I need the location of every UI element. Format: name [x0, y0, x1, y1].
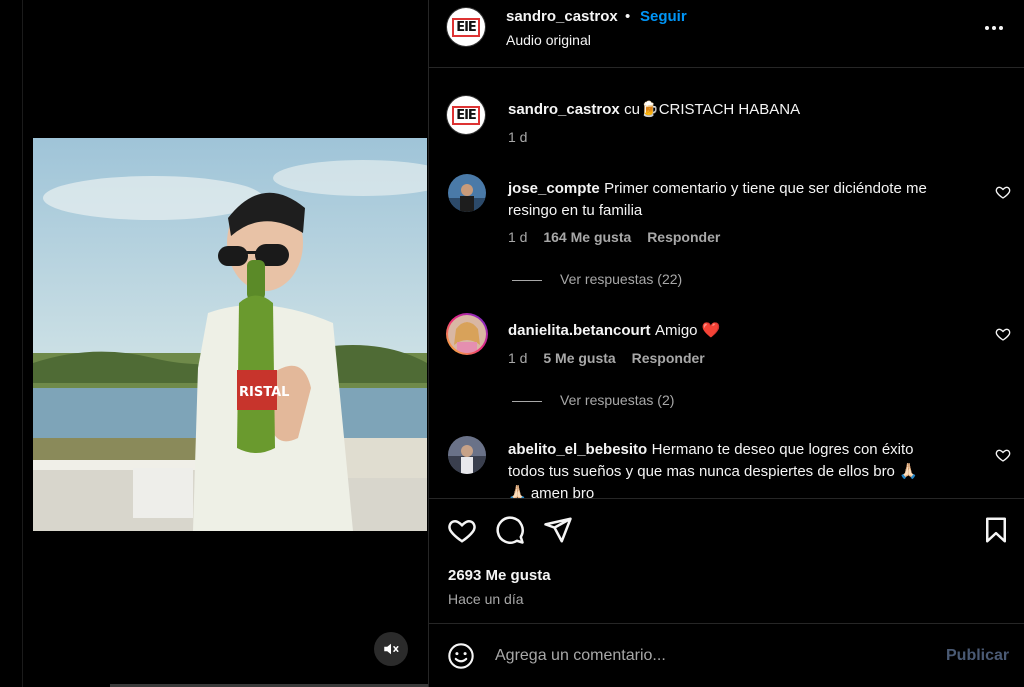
comment-like-heart-icon[interactable]: [995, 326, 1011, 342]
comment-time[interactable]: 1 d: [508, 229, 527, 245]
avatar-photo: [448, 436, 486, 474]
commenter-username[interactable]: jose_compte: [508, 180, 600, 197]
post-actions: 2693 Me gusta Hace un día: [429, 498, 1024, 623]
svg-text:RISTAL: RISTAL: [239, 385, 289, 400]
reel-video[interactable]: RISTAL: [33, 138, 427, 531]
comment-text: Primer comentario y tiene que ser dicién…: [604, 180, 927, 197]
comment-time[interactable]: 1 d: [508, 350, 527, 366]
commenter-username[interactable]: abelito_el_bebesito: [508, 441, 647, 458]
commenter-username[interactable]: danielita.betancourt: [508, 322, 651, 339]
replies-line: [512, 279, 542, 281]
comment-like-heart-icon[interactable]: [995, 447, 1011, 463]
mute-button[interactable]: [374, 632, 408, 666]
author-avatar[interactable]: EIE: [447, 8, 485, 46]
caption-avatar[interactable]: EIE: [447, 96, 485, 134]
logo-mark: EIE: [452, 17, 480, 37]
emoji-smiley-icon[interactable]: [447, 642, 475, 670]
view-replies-label: Ver respuestas (2): [560, 392, 675, 408]
avatar-photo: [448, 174, 486, 212]
follow-button[interactable]: Seguir: [640, 8, 687, 25]
comment-text-continued: resingo en tu familia: [508, 202, 643, 219]
more-horizontal-icon: [985, 26, 1003, 30]
post-panel: EIE sandro_castrox • Seguir Audio origin…: [428, 0, 1024, 687]
avatar-photo: [448, 315, 486, 353]
view-replies-button[interactable]: Ver respuestas (22): [512, 271, 682, 287]
caption-time[interactable]: 1 d: [508, 129, 527, 145]
bookmark-icon[interactable]: [981, 515, 1011, 545]
heart-icon[interactable]: [447, 515, 477, 545]
speaker-muted-icon: [384, 643, 399, 655]
view-replies-label: Ver respuestas (22): [560, 271, 683, 287]
reply-button[interactable]: Responder: [647, 229, 720, 245]
add-comment-bar: Publicar: [429, 623, 1024, 687]
video-frame-image: RISTAL: [33, 138, 427, 531]
send-paper-plane-icon[interactable]: [543, 515, 573, 545]
likes-count[interactable]: 2693 Me gusta: [448, 567, 551, 584]
author-username[interactable]: sandro_castrox: [506, 8, 618, 25]
comment-like-heart-icon[interactable]: [995, 184, 1011, 200]
comment-text-continued: todos tus sueños y que mas nunca despier…: [508, 463, 918, 480]
comments-list[interactable]: EIE sandro_castrox cu🍺CRISTACH HABANA 1 …: [429, 68, 1024, 498]
comment-text: Amigo ❤️: [654, 322, 721, 339]
more-options-button[interactable]: [982, 16, 1006, 40]
commenter-avatar[interactable]: [448, 174, 486, 212]
video-pane: RISTAL: [0, 0, 428, 687]
publish-button[interactable]: Publicar: [946, 647, 1009, 665]
post-header: EIE sandro_castrox • Seguir Audio origin…: [429, 0, 1024, 68]
commenter-avatar[interactable]: [448, 436, 486, 474]
commenter-avatar-story-ring[interactable]: [446, 313, 488, 355]
replies-line: [512, 400, 542, 402]
audio-link[interactable]: Audio original: [506, 32, 591, 48]
comment-bubble-icon[interactable]: [495, 515, 525, 545]
separator-dot: •: [625, 8, 631, 25]
post-time[interactable]: Hace un día: [448, 591, 524, 607]
caption-username[interactable]: sandro_castrox: [508, 101, 620, 118]
comment-likes[interactable]: 164 Me gusta: [543, 229, 631, 245]
comment-input[interactable]: [495, 644, 915, 668]
comment-text-continued-2: 🙏🏻 amen bro: [508, 485, 595, 498]
comment-likes[interactable]: 5 Me gusta: [543, 350, 615, 366]
view-replies-button[interactable]: Ver respuestas (2): [512, 392, 674, 408]
divider: [22, 0, 23, 687]
comment-text: Hermano te deseo que logres con éxito: [651, 441, 914, 458]
reply-button[interactable]: Responder: [632, 350, 705, 366]
caption-text: cu🍺CRISTACH HABANA: [624, 101, 801, 118]
logo-mark: EIE: [452, 105, 480, 125]
